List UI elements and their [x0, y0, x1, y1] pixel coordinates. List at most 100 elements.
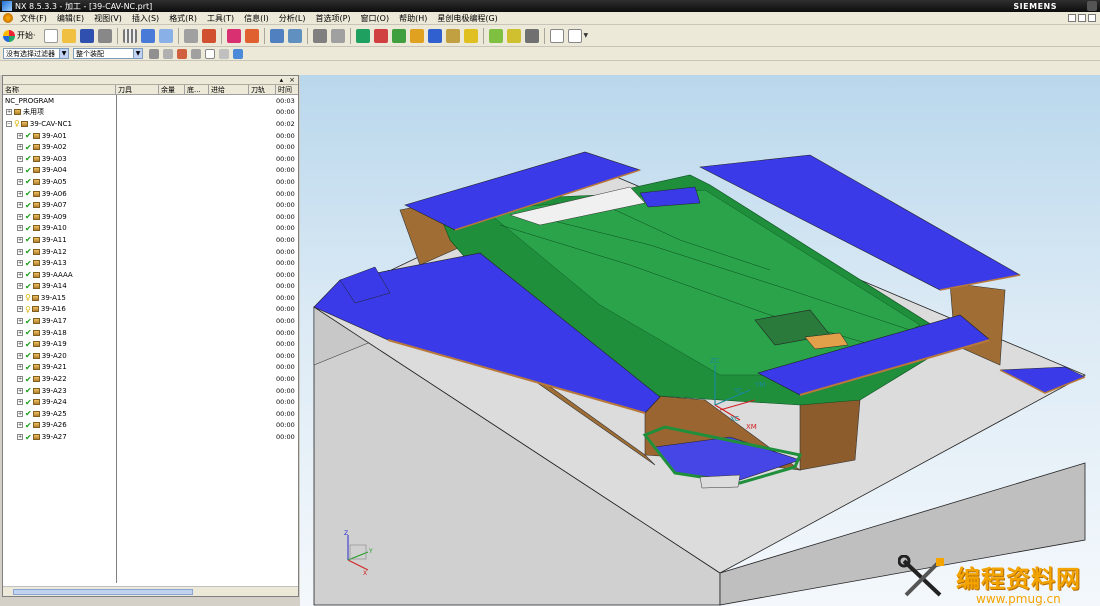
graphics-viewport[interactable]: YC YM XC XM ZC Z Y X 编程资料网 www.pmug.cn	[300, 75, 1100, 606]
generate-toolpath-icon[interactable]	[312, 28, 327, 43]
col-toolpath[interactable]: 刀轨	[249, 85, 276, 94]
menu-edit[interactable]: 编辑(E)	[52, 13, 89, 24]
replay-toolpath-icon[interactable]	[330, 28, 345, 43]
tree-row-operation[interactable]: + ✔ 39-A26 00:00	[3, 420, 298, 432]
expand-icon[interactable]: +	[17, 132, 23, 139]
tree-row-operation[interactable]: + ✔ 39-A03 00:00	[3, 153, 298, 165]
tree-row-operation[interactable]: + ✔ 39-A06 00:00	[3, 188, 298, 200]
tree-row-group[interactable]: − ♀ 39-CAV-NC1 00:02	[3, 118, 298, 130]
expand-icon[interactable]: +	[17, 190, 23, 197]
menu-help[interactable]: 帮助(H)	[394, 13, 432, 24]
scrollbar-thumb[interactable]	[13, 589, 193, 595]
select-filter-icon[interactable]	[177, 48, 187, 59]
assembly-scope-dropdown[interactable]: 整个装配 ▼	[73, 48, 143, 59]
expand-icon[interactable]: +	[17, 329, 23, 336]
menu-file[interactable]: 文件(F)	[15, 13, 52, 24]
expand-icon[interactable]: +	[17, 248, 23, 255]
expand-icon[interactable]: +	[17, 225, 23, 232]
expand-icon[interactable]: +	[17, 202, 23, 209]
start-button[interactable]: 开始·	[3, 29, 36, 42]
create-method-icon[interactable]	[244, 28, 259, 43]
transform-icon[interactable]	[506, 28, 521, 43]
col-time[interactable]: 时间	[276, 85, 298, 94]
doc-restore-icon[interactable]	[1078, 14, 1086, 22]
minimize-button[interactable]	[1087, 1, 1097, 11]
object-display-icon[interactable]	[524, 28, 539, 43]
create-program-icon[interactable]	[183, 28, 198, 43]
machine-tool-view-icon[interactable]	[287, 28, 302, 43]
toolbar-overflow-icon[interactable]: ▼	[584, 32, 589, 39]
selection-filter-dropdown[interactable]: 没有选择过滤器 ▼	[3, 48, 69, 59]
new-icon[interactable]	[43, 28, 58, 43]
tree-row-operation[interactable]: + ♀ 39-A16 00:00	[3, 304, 298, 316]
expand-icon[interactable]: +	[17, 399, 23, 406]
expand-icon[interactable]: +	[17, 306, 23, 313]
tree-row-operation[interactable]: + ✔ 39-A02 00:00	[3, 141, 298, 153]
tree-row-operation[interactable]: + ✔ 39-A27 00:00	[3, 431, 298, 443]
expand-icon[interactable]: +	[17, 283, 23, 290]
tree-row-operation[interactable]: + ✔ 39-A21 00:00	[3, 362, 298, 374]
col-feed[interactable]: 进给	[209, 85, 249, 94]
tree-row-root[interactable]: NC_PROGRAM 00:03	[3, 95, 298, 107]
deselect-icon[interactable]	[191, 48, 201, 59]
col-tool[interactable]: 刀具	[116, 85, 159, 94]
tree-row-unused[interactable]: + 未用项 00:00	[3, 107, 298, 119]
tree-row-operation[interactable]: + ✔ 39-A14 00:00	[3, 281, 298, 293]
save-icon[interactable]	[79, 28, 94, 43]
expand-icon[interactable]: +	[17, 434, 23, 441]
show-hide-icon[interactable]	[233, 48, 243, 59]
expand-icon[interactable]: +	[17, 144, 23, 151]
expand-icon[interactable]: +	[17, 271, 23, 278]
col-floor[interactable]: 底...	[185, 85, 209, 94]
electrode-tool-b-icon[interactable]	[567, 28, 582, 43]
expand-icon[interactable]: +	[17, 236, 23, 243]
expand-icon[interactable]: +	[17, 410, 23, 417]
close-icon[interactable]: ×	[289, 76, 295, 84]
tool-library-icon[interactable]	[445, 28, 460, 43]
menu-preferences[interactable]: 首选项(P)	[310, 13, 355, 24]
general-select-icon[interactable]	[149, 48, 159, 59]
doc-minimize-icon[interactable]	[1068, 14, 1076, 22]
menu-analysis[interactable]: 分析(L)	[274, 13, 311, 24]
program-order-view-icon[interactable]	[269, 28, 284, 43]
col-stock[interactable]: 余量	[159, 85, 185, 94]
tree-row-operation[interactable]: + ✔ 39-A18 00:00	[3, 327, 298, 339]
expand-icon[interactable]: +	[17, 376, 23, 383]
expand-icon[interactable]: +	[17, 294, 23, 301]
tree-row-operation[interactable]: + ✔ 39-A20 00:00	[3, 350, 298, 362]
menu-electrode[interactable]: 星创电极编程(G)	[432, 13, 502, 24]
open-icon[interactable]	[61, 28, 76, 43]
expand-icon[interactable]: +	[17, 178, 23, 185]
menu-view[interactable]: 视图(V)	[89, 13, 127, 24]
cam-settings-icon[interactable]	[427, 28, 442, 43]
feature-edit-icon[interactable]	[488, 28, 503, 43]
expand-icon[interactable]: +	[17, 318, 23, 325]
expand-icon[interactable]: +	[17, 364, 23, 371]
tree-row-operation[interactable]: + ✔ 39-A19 00:00	[3, 338, 298, 350]
print-icon[interactable]	[97, 28, 112, 43]
expand-icon[interactable]: +	[17, 155, 23, 162]
expand-icon[interactable]: +	[17, 341, 23, 348]
tree-row-operation[interactable]: + ✔ 39-A22 00:00	[3, 373, 298, 385]
collapse-icon[interactable]: −	[6, 120, 12, 127]
expand-icon[interactable]: +	[17, 213, 23, 220]
tree-row-operation[interactable]: + ✔ 39-A05 00:00	[3, 176, 298, 188]
expand-icon[interactable]: +	[17, 352, 23, 359]
menu-info[interactable]: 信息(I)	[239, 13, 274, 24]
postprocess-icon[interactable]	[391, 28, 406, 43]
electrode-tool-a-icon[interactable]	[549, 28, 564, 43]
tree-row-operation[interactable]: + ✔ 39-A13 00:00	[3, 257, 298, 269]
col-name[interactable]: 名称	[3, 85, 116, 94]
nx-menu-icon[interactable]	[3, 13, 13, 23]
tree-row-operation[interactable]: + ✔ 39-A24 00:00	[3, 396, 298, 408]
view-cube-icon[interactable]	[140, 28, 155, 43]
tree-row-operation[interactable]: + ✔ 39-A25 00:00	[3, 408, 298, 420]
expand-icon[interactable]: +	[17, 260, 23, 267]
tree-row-operation[interactable]: + ✔ 39-A23 00:00	[3, 385, 298, 397]
expand-icon[interactable]: +	[17, 422, 23, 429]
doc-close-icon[interactable]	[1088, 14, 1096, 22]
shop-doc-icon[interactable]	[409, 28, 424, 43]
pin-icon[interactable]: ▴	[280, 76, 284, 84]
shaded-view-icon[interactable]	[158, 28, 173, 43]
snap-point-icon[interactable]	[163, 48, 173, 59]
